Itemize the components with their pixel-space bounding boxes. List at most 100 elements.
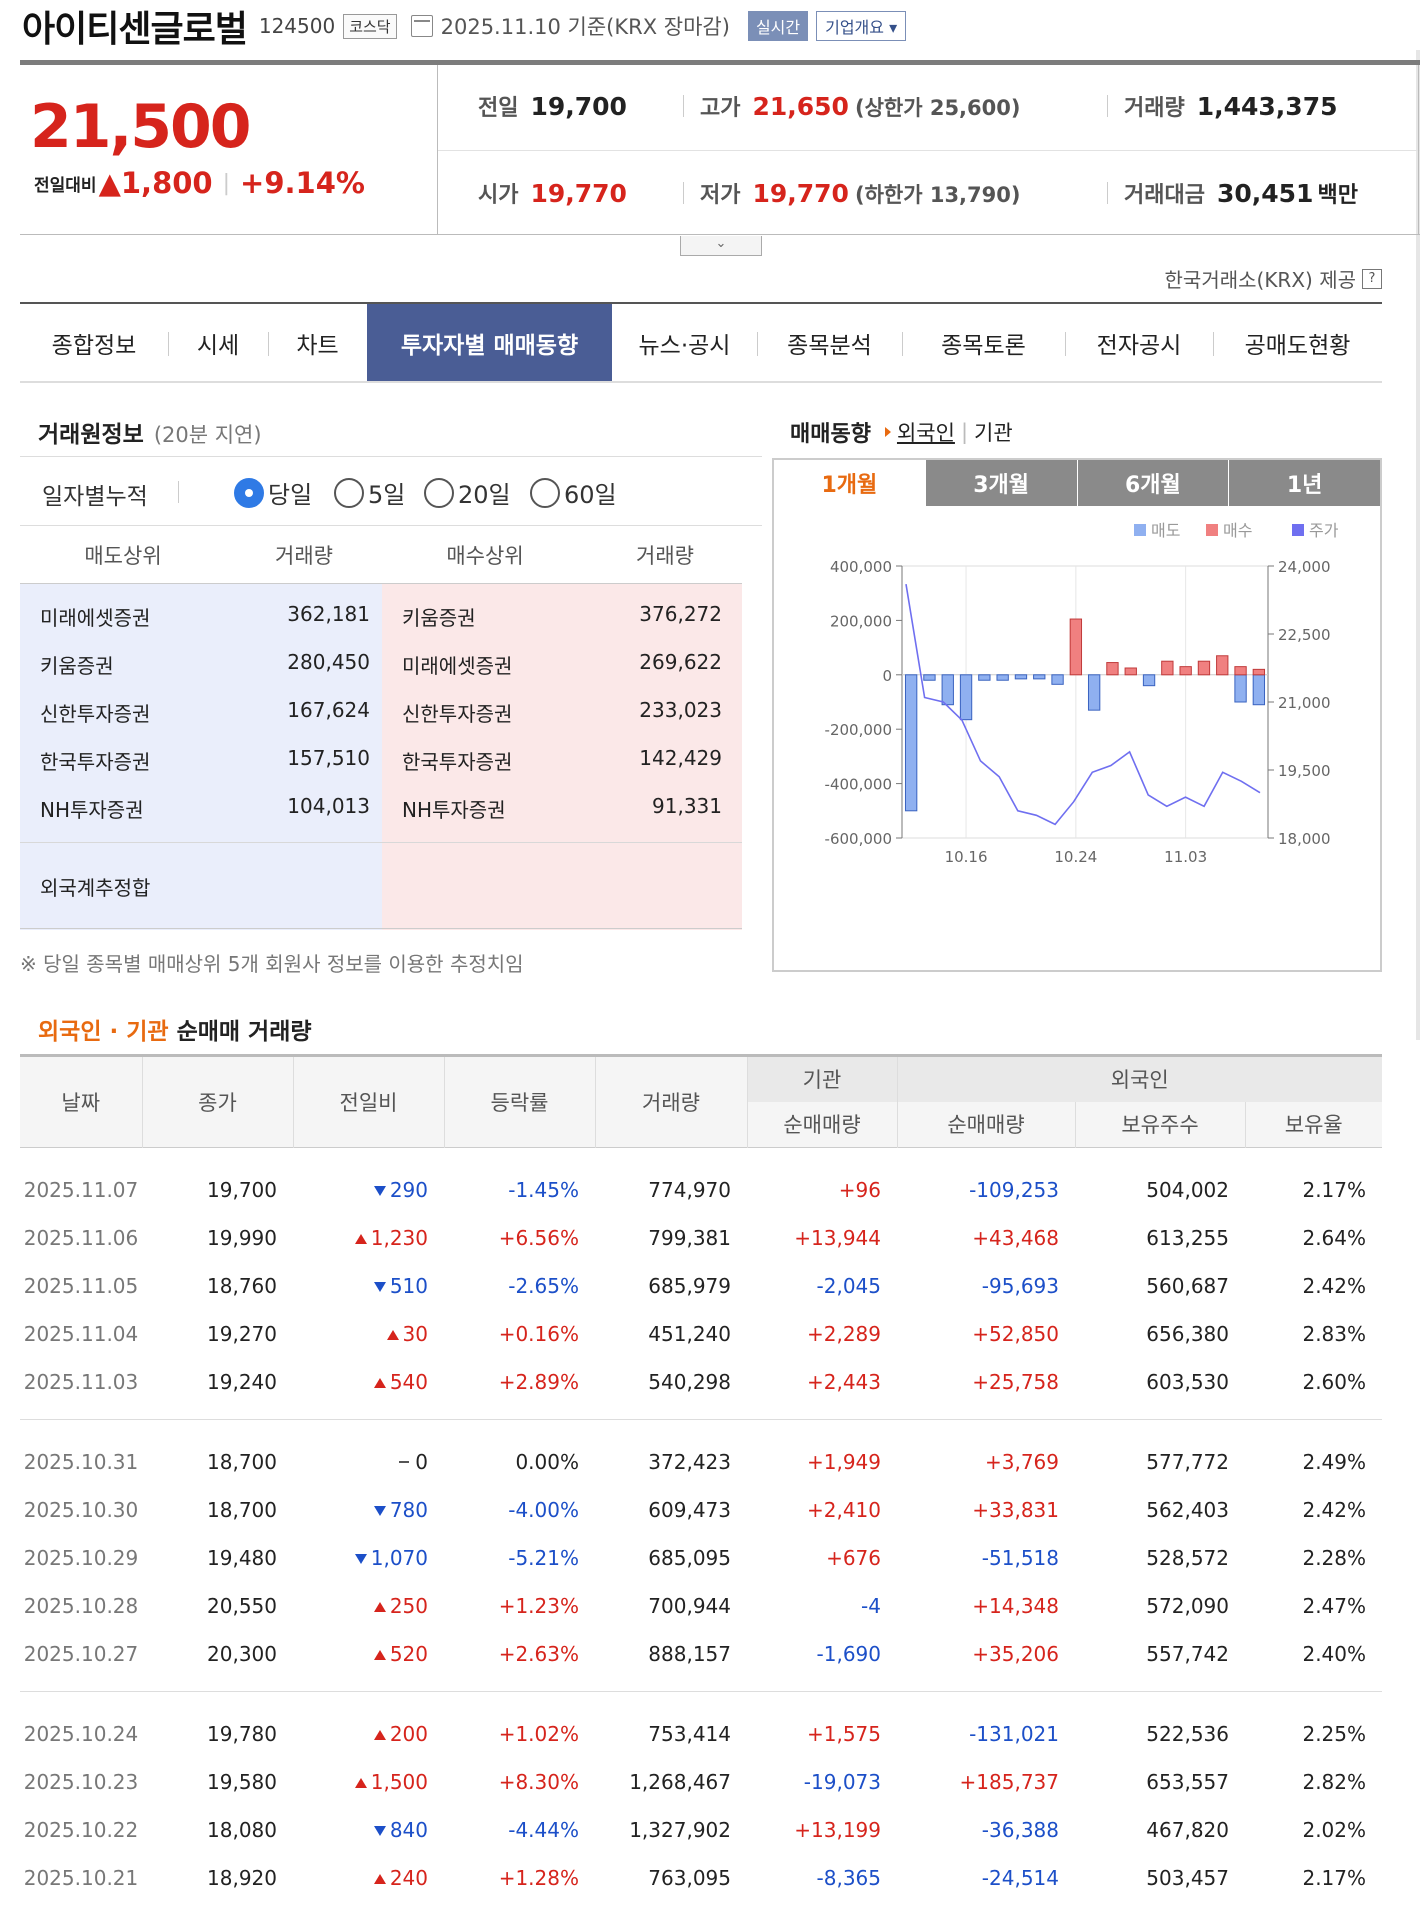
company-overview-dropdown[interactable]: 기업개요 ▾ (816, 11, 907, 41)
col-group-institution: 기관 (746, 1055, 897, 1102)
row-date-cell: 2025.10.29 (20, 1534, 142, 1582)
row-change: 1,230 (370, 1225, 428, 1250)
volume-value: 1,443,375 (1196, 92, 1338, 121)
sell-broker[interactable]: 신한투자증권 (40, 698, 150, 727)
row-rate: -5.21% (508, 1545, 579, 1570)
row-inst-net: +1,575 (806, 1721, 881, 1746)
main-tab-bar: 종합정보 시세 차트 투자자별 매매동향 뉴스·공시 종목분석 종목토론 전자공… (20, 302, 1382, 383)
tab-quotes[interactable]: 시세 (168, 304, 268, 381)
buy-bar (1234, 666, 1247, 676)
row-holding-ratio: 2.17% (1302, 1865, 1367, 1890)
spacer-cell (20, 1692, 1382, 1710)
buy-bar (1252, 668, 1266, 676)
institution-link[interactable]: 기관 (974, 417, 1013, 447)
sell-broker[interactable]: NH투자증권 (40, 794, 144, 823)
col-buy-top: 매수상위 (446, 543, 524, 568)
row-volume-cell: 888,157 (595, 1630, 747, 1678)
separator-cell (20, 1677, 1383, 1692)
row-change: 540 (389, 1369, 428, 1394)
sell-bar (996, 674, 1009, 681)
buy-broker[interactable]: 미래에셋증권 (402, 650, 512, 679)
table-row: NH투자증권 104,013 NH투자증권 91,331 (20, 782, 742, 830)
table-row: 한국투자증권 157,510 한국투자증권 142,429 (20, 734, 742, 782)
row-volume-cell: 685,095 (595, 1534, 747, 1582)
tab-analysis[interactable]: 종목분석 (757, 304, 902, 381)
row-foreign-net-cell: +3,769 (897, 1438, 1075, 1486)
row-foreign-net: -36,388 (981, 1817, 1059, 1842)
lower-limit: (하한가 13,790) (854, 183, 1021, 207)
row-inst-net-cell: -2,045 (747, 1262, 897, 1310)
triangle-down-icon (373, 1505, 386, 1516)
separator (1107, 95, 1108, 117)
buy-broker[interactable]: 신한투자증권 (402, 698, 512, 727)
left-tick-label: 400,000 (830, 558, 892, 576)
buy-volume: 91,331 (652, 794, 722, 818)
tab-chart[interactable]: 차트 (268, 304, 367, 381)
row-close: 18,700 (207, 1497, 277, 1522)
tab-6-months[interactable]: 6개월 (1076, 460, 1229, 506)
row-foreign-net-cell: +52,850 (897, 1310, 1075, 1358)
left-tick-label: 0 (882, 667, 892, 685)
sell-broker[interactable]: 미래에셋증권 (40, 602, 150, 631)
radio-today[interactable]: 당일 (234, 475, 312, 510)
radio-5day[interactable]: 5일 (334, 475, 405, 510)
company-name[interactable]: 아이티센글로벌 (22, 0, 248, 52)
col-inst-net: 순매매량 (746, 1101, 897, 1148)
realtime-button[interactable]: 실시간 (747, 11, 809, 41)
foreign-link[interactable]: 외국인 (897, 417, 955, 447)
row-close-cell: 18,700 (142, 1438, 293, 1486)
tab-disclosure[interactable]: 전자공시 (1065, 304, 1213, 381)
row-foreign-net-cell: +35,206 (897, 1630, 1075, 1678)
row-date: 2025.11.05 (23, 1273, 139, 1298)
title-row: 아이티센글로벌 124500 코스닥 2025.11.10 기준(KRX 장마감… (22, 0, 907, 52)
buy-broker[interactable]: 한국투자증권 (402, 746, 512, 775)
row-date: 2025.10.30 (23, 1497, 139, 1522)
row-date-cell: 2025.11.05 (20, 1262, 142, 1310)
day-high: 고가 21,650 (상한가 25,600) (700, 90, 1020, 122)
buy-bar (1069, 618, 1083, 676)
table-row: 2025.10.27 20,300 520 +2.63% 888,157 -1,690 +3… (20, 1630, 1382, 1678)
plot-frame (901, 565, 1269, 839)
table-row: 2025.11.07 19,700 290 -1.45% 774,970 +96 -109,… (20, 1166, 1382, 1214)
row-rate: -4.00% (508, 1497, 579, 1522)
row-change-cell: 0 (293, 1438, 444, 1486)
sell-volume: 280,450 (287, 650, 370, 674)
row-rate-cell: +0.16% (444, 1310, 595, 1358)
radio-60day[interactable]: 60일 (530, 475, 617, 510)
sell-bar (978, 674, 991, 681)
tab-1-month[interactable]: 1개월 (774, 460, 925, 506)
row-close: 19,780 (207, 1721, 277, 1746)
row-rate: +0.16% (498, 1321, 579, 1346)
x-tick-label: 11.03 (1164, 848, 1207, 866)
tab-news[interactable]: 뉴스·공시 (612, 304, 757, 381)
tab-investor-trends[interactable]: 투자자별 매매동향 (367, 304, 612, 381)
tab-3-months[interactable]: 3개월 (924, 460, 1077, 506)
expand-toggle-button[interactable]: ⌄ (680, 236, 762, 256)
row-holding-cell: 603,530 (1075, 1358, 1245, 1406)
row-holding-ratio-cell: 2.25% (1245, 1710, 1382, 1758)
row-rate-cell: -2.65% (444, 1262, 595, 1310)
tab-1-year[interactable]: 1년 (1228, 460, 1380, 506)
row-volume: 763,095 (648, 1865, 731, 1890)
tab-discussion[interactable]: 종목토론 (902, 304, 1065, 381)
row-foreign-net: +14,348 (972, 1593, 1059, 1618)
tab-short-selling[interactable]: 공매도현황 (1213, 304, 1382, 381)
tab-summary[interactable]: 종합정보 (20, 304, 168, 381)
help-icon[interactable]: ? (1362, 268, 1382, 289)
row-holding-cell: 467,820 (1075, 1806, 1245, 1854)
market-badge: 코스닥 (343, 13, 397, 39)
sell-broker[interactable]: 키움증권 (40, 650, 114, 679)
row-date: 2025.11.04 (23, 1321, 139, 1346)
trend-chart-box: 1개월 3개월 6개월 1년 매도 매수 주가 400,000 200,000 0 -200… (772, 458, 1382, 972)
buy-broker[interactable]: NH투자증권 (402, 794, 506, 823)
sell-broker[interactable]: 한국투자증권 (40, 746, 150, 775)
triangle-down-icon (373, 1825, 386, 1836)
radio-20day[interactable]: 20일 (424, 475, 511, 510)
legend-label: 매수 (1223, 521, 1252, 540)
buy-broker[interactable]: 키움증권 (402, 602, 476, 631)
row-inst-net: +13,944 (794, 1225, 881, 1250)
row-holding-ratio: 2.47% (1302, 1593, 1367, 1618)
row-inst-net-cell: +13,944 (747, 1214, 897, 1262)
row-holding-ratio-cell: 2.64% (1245, 1214, 1382, 1262)
row-inst-net-cell: -8,365 (747, 1854, 897, 1902)
